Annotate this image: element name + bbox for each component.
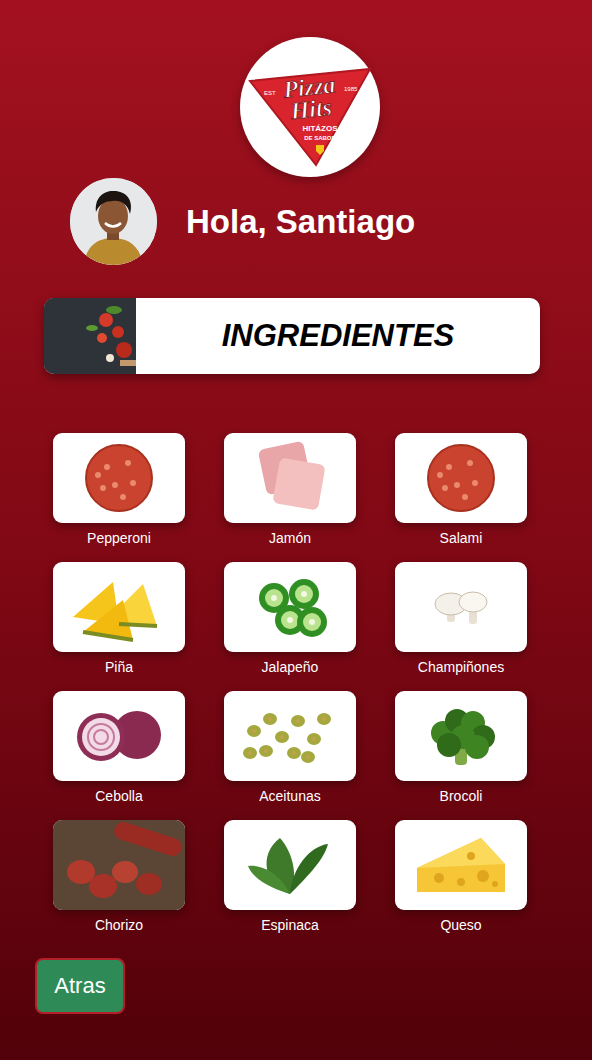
pepperoni-icon (53, 433, 185, 523)
ingredient-item: Cebolla (53, 691, 185, 805)
chorizo-icon (53, 820, 185, 910)
mushroom-icon (395, 562, 527, 652)
ingredient-card[interactable] (224, 433, 356, 523)
ingredients-page: PizzaHitsEST1985HITÁZOSDE SABORHola, San… (0, 0, 592, 1060)
ingredient-card[interactable] (53, 691, 185, 781)
pineapple-icon (53, 562, 185, 652)
svg-text:DE SABOR: DE SABOR (304, 135, 336, 141)
ingredient-label: Champiñones (418, 658, 504, 676)
onion-icon (53, 691, 185, 781)
cheese-icon (395, 820, 527, 910)
ingredient-card[interactable] (224, 820, 356, 910)
ingredient-item: Salami (395, 433, 527, 547)
section-image (44, 298, 136, 374)
section-header: INGREDIENTES (44, 298, 540, 374)
ingredient-label: Brocoli (440, 787, 483, 805)
ingredient-label: Jalapeño (262, 658, 319, 676)
pepperoni-icon (395, 433, 527, 523)
ingredient-label: Piña (105, 658, 133, 676)
ingredient-item: Chorizo (53, 820, 185, 934)
greeting: Hola, Santiago (186, 203, 415, 241)
ingredient-item: Piña (53, 562, 185, 676)
ingredient-label: Aceitunas (259, 787, 320, 805)
ingredient-grid: Pepperoni Jamón Salami Piña Jalapeño Champiño… (0, 433, 592, 934)
svg-text:HITÁZOS: HITÁZOS (302, 124, 338, 133)
ingredient-item: Aceitunas (224, 691, 356, 805)
ingredient-item: Brocoli (395, 691, 527, 805)
greeting-row: Hola, Santiago (0, 178, 592, 265)
ingredient-card[interactable] (395, 562, 527, 652)
ingredient-item: Queso (395, 820, 527, 934)
ingredient-item: Champiñones (395, 562, 527, 676)
ingredient-card[interactable] (53, 820, 185, 910)
ingredient-card[interactable] (53, 433, 185, 523)
ingredient-label: Queso (440, 916, 481, 934)
ingredient-label: Salami (440, 529, 483, 547)
ingredient-label: Pepperoni (87, 529, 151, 547)
back-button[interactable]: Atras (35, 958, 125, 1014)
svg-text:1985: 1985 (344, 86, 358, 92)
person-icon (70, 178, 157, 265)
olives-icon (224, 691, 356, 781)
user-avatar (70, 178, 157, 265)
ingredient-label: Jamón (269, 529, 311, 547)
logo: PizzaHitsEST1985HITÁZOSDE SABOR (240, 37, 380, 177)
ingredient-card[interactable] (224, 691, 356, 781)
ingredient-label: Espinaca (261, 916, 319, 934)
logo-icon: PizzaHitsEST1985HITÁZOSDE SABOR (244, 41, 376, 173)
spinach-icon (224, 820, 356, 910)
broccoli-icon (395, 691, 527, 781)
ingredient-item: Pepperoni (53, 433, 185, 547)
section-title: INGREDIENTES (136, 298, 540, 374)
ingredient-card[interactable] (395, 820, 527, 910)
ingredient-item: Espinaca (224, 820, 356, 934)
jalapeno-icon (224, 562, 356, 652)
ingredient-card[interactable] (224, 562, 356, 652)
ingredient-label: Chorizo (95, 916, 143, 934)
ingredient-item: Jamón (224, 433, 356, 547)
header-photo-icon (44, 298, 136, 370)
svg-text:EST: EST (264, 90, 276, 96)
ingredient-card[interactable] (395, 433, 527, 523)
ham-icon (224, 433, 356, 523)
logo-row: PizzaHitsEST1985HITÁZOSDE SABOR (0, 37, 592, 177)
svg-text:Hits: Hits (288, 94, 333, 124)
ingredient-item: Jalapeño (224, 562, 356, 676)
ingredient-card[interactable] (395, 691, 527, 781)
ingredient-label: Cebolla (95, 787, 142, 805)
ingredient-card[interactable] (53, 562, 185, 652)
